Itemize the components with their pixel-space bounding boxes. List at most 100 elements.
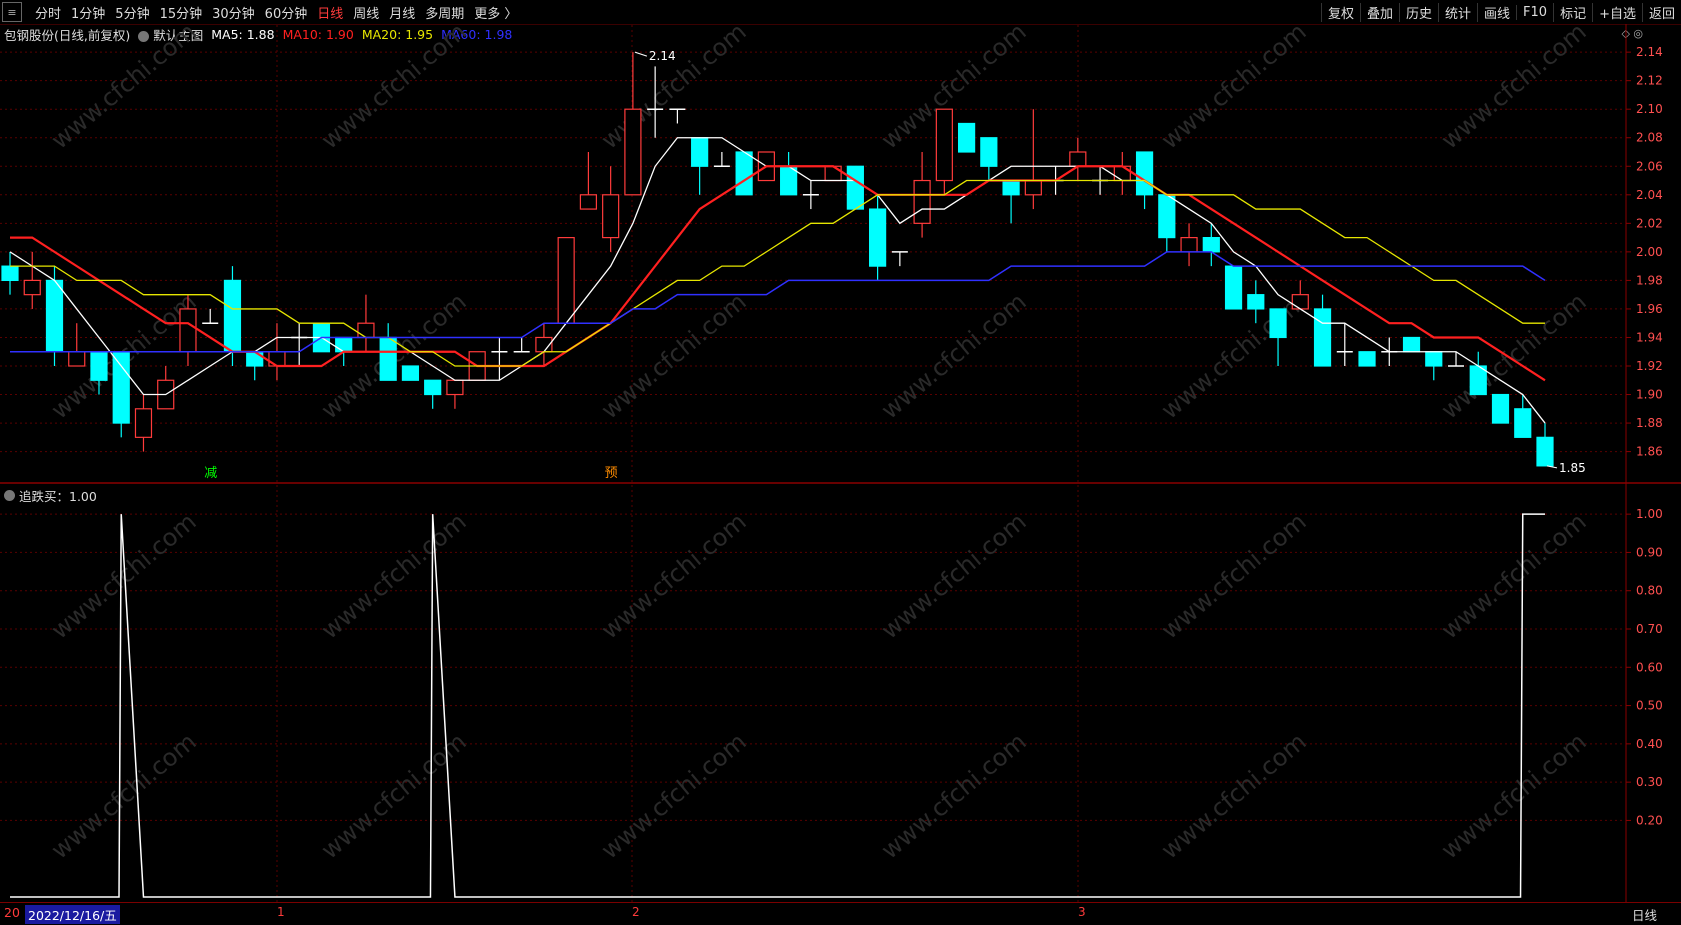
- month-mark: 3: [1078, 905, 1086, 919]
- watermarks: www.cfchi.com www.cfchi.com www.cfchi.com w…: [46, 17, 1592, 864]
- watermark-text: www.cfchi.com: [876, 287, 1032, 424]
- price-tick-label: 1.86: [1636, 445, 1663, 459]
- price-tick-label: 1.96: [1636, 302, 1663, 316]
- candle-body: [446, 379, 464, 396]
- candle-body: [1514, 408, 1532, 438]
- candle-body: [1536, 436, 1554, 467]
- candle-body: [579, 194, 598, 210]
- chart-canvas[interactable]: www.cfchi.com www.cfchi.com www.cfchi.com w…: [0, 0, 1681, 902]
- candle-body: [379, 336, 397, 381]
- candle-body: [134, 408, 153, 438]
- cursor-date: 2022/12/16/五: [25, 905, 120, 924]
- candle-body: [1113, 165, 1131, 182]
- candle-body: [1069, 151, 1087, 167]
- indicator-tick-label: 1.00: [1636, 507, 1663, 521]
- price-tick-label: 1.92: [1636, 359, 1663, 373]
- candle-body: [624, 108, 642, 196]
- candle-body: [691, 137, 709, 167]
- watermark-text: www.cfchi.com: [316, 507, 472, 644]
- indicator-tick-label: 0.80: [1636, 584, 1663, 598]
- candle-body: [1002, 179, 1020, 196]
- watermark-text: www.cfchi.com: [1436, 17, 1592, 154]
- candle-body: [869, 208, 887, 267]
- candle-body: [1224, 265, 1243, 310]
- candle-body: [268, 351, 286, 367]
- watermark-text: www.cfchi.com: [876, 507, 1032, 644]
- watermark-text: www.cfchi.com: [596, 17, 752, 154]
- watermark-text: www.cfchi.com: [596, 727, 752, 864]
- year-prefix: 20: [4, 905, 20, 920]
- watermark-text: www.cfchi.com: [1436, 727, 1592, 864]
- candle-body: [735, 151, 753, 196]
- month-mark: 1: [277, 905, 285, 919]
- candle-body: [824, 165, 842, 182]
- price-tick-label: 2.04: [1636, 188, 1663, 202]
- candle-body: [980, 137, 998, 167]
- candle-body: [1180, 237, 1198, 253]
- indicator-tick-label: 0.20: [1636, 813, 1663, 827]
- candle-body: [112, 351, 130, 424]
- candle-body: [68, 351, 86, 367]
- candle-body: [335, 336, 353, 353]
- candle-body: [401, 365, 420, 381]
- candle-body: [1402, 336, 1421, 353]
- candle-body: [1247, 294, 1265, 310]
- main-price-chart[interactable]: 2.14 1.85 减 预: [1, 49, 1586, 481]
- candle-body: [557, 237, 575, 324]
- candle-body: [846, 165, 864, 210]
- watermark-text: www.cfchi.com: [1436, 287, 1592, 424]
- watermark-text: www.cfchi.com: [46, 507, 202, 644]
- price-tick-label: 1.88: [1636, 416, 1663, 430]
- candle-body: [179, 308, 197, 353]
- indicator-tick-label: 0.70: [1636, 622, 1663, 636]
- watermark-text: www.cfchi.com: [46, 17, 202, 154]
- watermark-text: www.cfchi.com: [1436, 507, 1592, 644]
- price-tick-label: 1.90: [1636, 388, 1663, 402]
- candle-body: [1024, 179, 1042, 196]
- indicator-tick-label: 0.60: [1636, 660, 1663, 674]
- watermark-text: www.cfchi.com: [1156, 507, 1312, 644]
- price-tick-label: 1.98: [1636, 273, 1663, 287]
- candle-body: [1358, 351, 1376, 367]
- candle-body: [1, 265, 19, 281]
- candle-body: [957, 122, 976, 153]
- candle-body: [913, 179, 931, 224]
- candle-body: [1313, 308, 1332, 367]
- price-tick-label: 2.08: [1636, 131, 1663, 145]
- watermark-text: www.cfchi.com: [46, 727, 202, 864]
- indicator-tick-label: 0.30: [1636, 775, 1663, 789]
- high-label: 2.14: [649, 49, 676, 63]
- price-tick-label: 2.10: [1636, 102, 1663, 116]
- indicator-tick-label: 0.90: [1636, 545, 1663, 559]
- candle-body: [1269, 308, 1287, 339]
- candle-body: [357, 322, 375, 339]
- month-mark: 2: [632, 905, 640, 919]
- candle-body: [602, 194, 620, 239]
- candle-body: [90, 351, 108, 381]
- low-label: 1.85: [1559, 461, 1586, 475]
- watermark-text: www.cfchi.com: [1156, 17, 1312, 154]
- watermark-text: www.cfchi.com: [596, 507, 752, 644]
- period-label[interactable]: 日线: [1632, 905, 1657, 924]
- indicator-tick-label: 0.50: [1636, 699, 1663, 713]
- candle-body: [223, 279, 242, 353]
- candle-body: [23, 279, 41, 296]
- watermark-text: www.cfchi.com: [316, 17, 472, 154]
- price-axis: 2.14 2.12 2.10 2.08 2.06 2.04 2.02 2.00 1.98 1.96…: [1626, 45, 1663, 827]
- candle-body: [246, 351, 264, 367]
- signal-marker: 减: [204, 466, 217, 481]
- price-tick-label: 2.14: [1636, 45, 1663, 59]
- candle-body: [1135, 151, 1154, 196]
- price-tick-label: 2.06: [1636, 159, 1663, 173]
- watermark-text: www.cfchi.com: [596, 287, 752, 424]
- candle-body: [424, 379, 442, 396]
- price-tick-label: 2.02: [1636, 216, 1663, 230]
- candle-body: [1291, 294, 1309, 310]
- high-label-pointer: [634, 51, 648, 57]
- watermark-text: www.cfchi.com: [876, 17, 1032, 154]
- candle-body: [1491, 393, 1510, 424]
- watermark-text: www.cfchi.com: [876, 727, 1032, 864]
- signal-marker: 预: [605, 466, 618, 481]
- candle-body: [935, 108, 953, 182]
- price-tick-label: 2.12: [1636, 74, 1663, 88]
